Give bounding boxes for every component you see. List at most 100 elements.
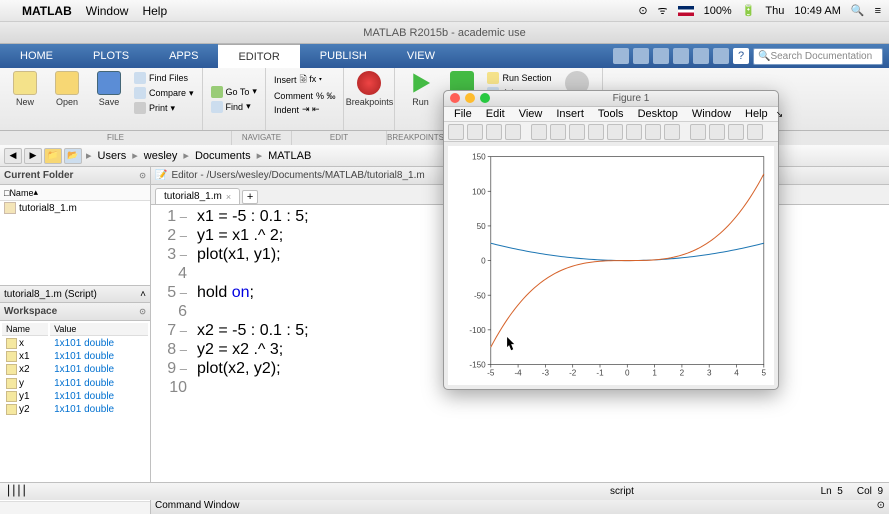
- fig-save-icon[interactable]: [486, 124, 502, 140]
- fig-menu-window[interactable]: Window: [686, 108, 737, 120]
- compare-button[interactable]: Compare ▾: [132, 86, 196, 100]
- fig-colorbar-icon[interactable]: [690, 124, 706, 140]
- editor-tab[interactable]: tutorial8_1.m×: [155, 188, 240, 204]
- tab-view[interactable]: VIEW: [387, 44, 455, 68]
- script-details-header[interactable]: tutorial8_1.m (Script)˄: [0, 285, 150, 303]
- insert-button[interactable]: Insert 🗟 fx ▾: [272, 71, 338, 89]
- svg-text:-150: -150: [469, 360, 486, 369]
- indent-button[interactable]: Indent ⇥ ⇤: [272, 103, 338, 116]
- fig-new-icon[interactable]: [448, 124, 464, 140]
- figure-titlebar[interactable]: Figure 1: [444, 91, 778, 107]
- new-tab-button[interactable]: +: [242, 190, 258, 204]
- qat-undo-icon[interactable]: [693, 48, 709, 64]
- fig-legend-icon[interactable]: [709, 124, 725, 140]
- figure-axes[interactable]: -5-4-3-2-1012345-150-100-50050100150: [448, 146, 774, 385]
- crumb-wesley[interactable]: wesley: [142, 150, 180, 162]
- app-menu[interactable]: MATLAB: [22, 4, 72, 18]
- fwd-button[interactable]: ▶: [24, 148, 42, 164]
- fig-rotate-icon[interactable]: [607, 124, 623, 140]
- qat-paste-icon[interactable]: [673, 48, 689, 64]
- tab-plots[interactable]: PLOTS: [73, 44, 149, 68]
- spotlight-icon[interactable]: 🔍: [851, 4, 865, 17]
- fig-datacursor-icon[interactable]: [626, 124, 642, 140]
- tab-publish[interactable]: PUBLISH: [300, 44, 387, 68]
- comment-button[interactable]: Comment % ‰: [272, 90, 338, 102]
- fig-dock-icon[interactable]: ↘: [776, 109, 784, 120]
- print-button[interactable]: Print ▾: [132, 101, 196, 115]
- fig-menu-help[interactable]: Help: [739, 108, 774, 120]
- figure-window[interactable]: Figure 1 File Edit View Insert Tools Des…: [443, 90, 779, 390]
- horizontal-scrollbar[interactable]: [0, 501, 150, 514]
- fig-menu-edit[interactable]: Edit: [480, 108, 511, 120]
- up-folder-button[interactable]: 📁: [44, 148, 62, 164]
- fig-pointer-icon[interactable]: [531, 124, 547, 140]
- current-folder-header[interactable]: Current Folder⊙: [0, 167, 150, 185]
- doc-search-input[interactable]: 🔍 Search Documentation: [753, 48, 883, 65]
- qat-help-icon[interactable]: ?: [733, 48, 749, 64]
- workspace-table[interactable]: NameValue x1x101 double x11x101 double x21…: [0, 321, 150, 417]
- fig-menu-tools[interactable]: Tools: [592, 108, 630, 120]
- ws-col-name[interactable]: Name: [2, 323, 48, 336]
- qat-cut-icon[interactable]: [633, 48, 649, 64]
- fig-showplot-icon[interactable]: [747, 124, 763, 140]
- wifi-icon[interactable]: ⊙: [638, 4, 647, 17]
- fig-menu-view[interactable]: View: [513, 108, 549, 120]
- crumb-documents[interactable]: Documents: [193, 150, 253, 162]
- fig-zoomout-icon[interactable]: [569, 124, 585, 140]
- collapse-icon[interactable]: ⊙: [139, 307, 146, 316]
- crumb-matlab[interactable]: MATLAB: [266, 150, 313, 162]
- workspace-header[interactable]: Workspace⊙: [0, 303, 150, 321]
- battery-icon[interactable]: 🔋: [742, 4, 756, 17]
- new-button[interactable]: New: [6, 71, 44, 127]
- ws-col-value[interactable]: Value: [50, 323, 148, 336]
- find-files-button[interactable]: Find Files: [132, 71, 196, 85]
- browse-button[interactable]: 📂: [64, 148, 82, 164]
- fig-zoomin-icon[interactable]: [550, 124, 566, 140]
- window-menu[interactable]: Window: [86, 4, 129, 18]
- tab-home[interactable]: HOME: [0, 44, 73, 68]
- fig-menu-file[interactable]: File: [448, 108, 478, 120]
- workspace-row[interactable]: y1x101 double: [2, 378, 148, 389]
- qat-save-icon[interactable]: [613, 48, 629, 64]
- current-folder-list[interactable]: tutorial8_1.m: [0, 201, 150, 285]
- back-button[interactable]: ◀: [4, 148, 22, 164]
- workspace-row[interactable]: x21x101 double: [2, 364, 148, 375]
- fig-open-icon[interactable]: [467, 124, 483, 140]
- fig-print-icon[interactable]: [505, 124, 521, 140]
- goto-button[interactable]: Go To ▾: [209, 85, 259, 99]
- zoom-window-button[interactable]: [480, 93, 490, 103]
- save-button[interactable]: Save: [90, 71, 128, 127]
- workspace-row[interactable]: y21x101 double: [2, 404, 148, 415]
- search-icon: 🔍: [758, 51, 770, 62]
- open-button[interactable]: Open: [48, 71, 86, 127]
- airport-icon[interactable]: ᯤ: [658, 3, 668, 18]
- run-button[interactable]: Run: [401, 71, 439, 127]
- workspace-row[interactable]: x11x101 double: [2, 351, 148, 362]
- qat-copy-icon[interactable]: [653, 48, 669, 64]
- fig-menu-insert[interactable]: Insert: [550, 108, 590, 120]
- fig-brush-icon[interactable]: [645, 124, 661, 140]
- menu-extras-icon[interactable]: ≡: [875, 5, 881, 17]
- minimize-window-button[interactable]: [465, 93, 475, 103]
- help-menu[interactable]: Help: [142, 4, 167, 18]
- find-button[interactable]: Find ▾: [209, 100, 259, 114]
- collapse-icon[interactable]: ⊙: [139, 171, 146, 180]
- breakpoints-button[interactable]: Breakpoints: [350, 71, 388, 127]
- workspace-row[interactable]: x1x101 double: [2, 338, 148, 349]
- fig-pan-icon[interactable]: [588, 124, 604, 140]
- tab-apps[interactable]: APPS: [149, 44, 218, 68]
- file-item[interactable]: tutorial8_1.m: [0, 201, 150, 215]
- workspace-row[interactable]: y11x101 double: [2, 391, 148, 402]
- expand-icon[interactable]: ˄: [140, 289, 146, 300]
- fig-menu-desktop[interactable]: Desktop: [632, 108, 684, 120]
- close-window-button[interactable]: [450, 93, 460, 103]
- fig-link-icon[interactable]: [664, 124, 680, 140]
- flag-icon[interactable]: [678, 6, 694, 16]
- fig-hideplot-icon[interactable]: [728, 124, 744, 140]
- collapse-icon[interactable]: ⊙: [877, 500, 885, 511]
- crumb-users[interactable]: Users: [96, 150, 129, 162]
- close-tab-icon[interactable]: ×: [226, 192, 231, 202]
- run-section-button[interactable]: Run Section: [485, 71, 553, 85]
- tab-editor[interactable]: EDITOR: [218, 44, 299, 68]
- qat-redo-icon[interactable]: [713, 48, 729, 64]
